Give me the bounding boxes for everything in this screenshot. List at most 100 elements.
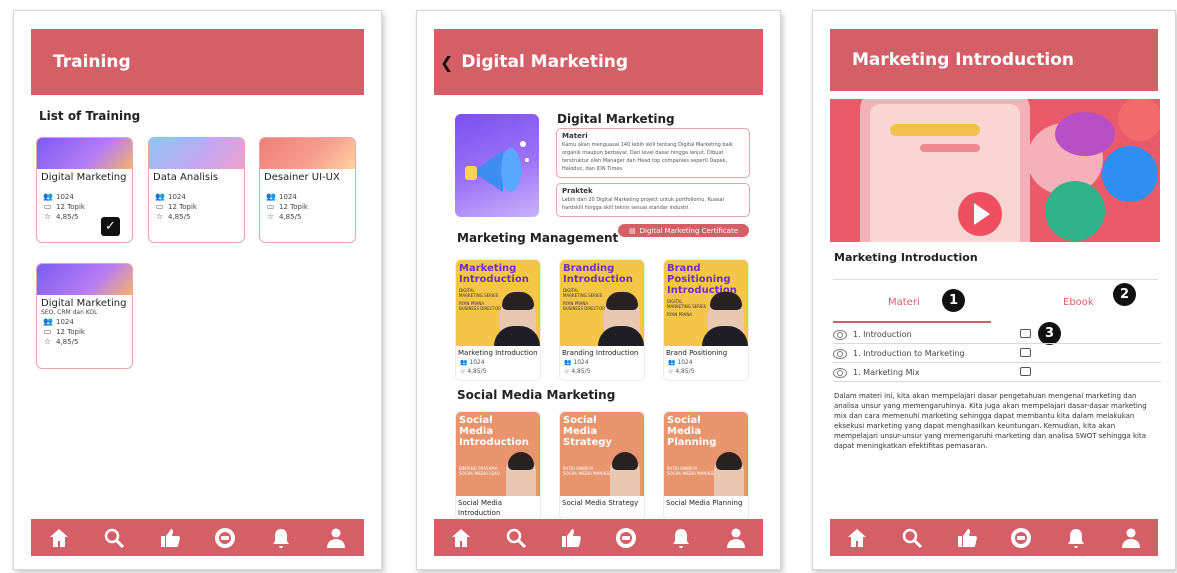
module-card[interactable]: Social Media Strategy PUTRI ANNISYA SOCI… — [559, 411, 645, 521]
certificate-icon: ▤ — [628, 226, 636, 235]
materi-title: Materi — [562, 132, 588, 140]
marker-2: 2 — [1113, 283, 1136, 306]
training-badge-icon[interactable] — [211, 524, 239, 552]
bell-icon[interactable] — [1062, 524, 1090, 552]
header: ❮ Digital Marketing — [434, 29, 763, 95]
cover-title: Brand Positioning Introduction — [667, 263, 737, 296]
lesson-row[interactable]: 1. Marketing Mix — [833, 364, 1161, 382]
participants-count: 1024 — [677, 359, 693, 366]
rating: 4,85/5 — [56, 337, 79, 346]
bell-icon[interactable] — [267, 524, 295, 552]
active-tab-indicator — [833, 321, 991, 323]
module-card[interactable]: Social Media Introduction BINTANG PRASAM… — [455, 411, 541, 521]
participants-count: 1024 — [573, 359, 589, 366]
presenter-photo — [610, 452, 640, 496]
topics-count: 12 Topik — [56, 202, 85, 211]
module-cover: Social Media Planning PUTRI ANNISYA SOCI… — [664, 412, 748, 496]
search-icon[interactable] — [502, 524, 530, 552]
module-card[interactable]: Social Media Planning PUTRI ANNISYA SOCI… — [663, 411, 749, 521]
section-title: Social Media Marketing — [457, 388, 616, 402]
card-image — [37, 138, 132, 169]
card-title: Desainer UI-UX — [264, 172, 340, 183]
lesson-title: 1. Introduction to Marketing — [853, 349, 965, 358]
course-detail-screen: ❮ Digital Marketing Digital Marketing Ma… — [416, 10, 781, 570]
hero-image — [830, 99, 1160, 242]
lesson-row[interactable]: 1. Introduction — [833, 326, 1161, 344]
tab-ebook[interactable]: Ebook — [1063, 297, 1094, 308]
participants-count: 1024 — [279, 192, 297, 201]
rating: 4,85/5 — [571, 368, 591, 375]
star-icon: ☆ — [460, 368, 466, 375]
cover-title: Social Media Strategy — [563, 415, 612, 448]
module-card[interactable]: Marketing Introduction DIGITAL MARKETING… — [455, 259, 541, 381]
module-name: Social Media Introduction — [458, 499, 503, 517]
rating: 4,85/5 — [279, 212, 302, 221]
user-icon[interactable] — [722, 524, 750, 552]
topics-count: 12 Topik — [56, 327, 85, 336]
bell-icon[interactable] — [667, 524, 695, 552]
module-cover: Branding Introduction DIGITAL MARKETING … — [560, 260, 644, 346]
participants-icon: 👥 — [155, 192, 165, 201]
training-badge-icon[interactable] — [1007, 524, 1035, 552]
participants-icon: 👥 — [43, 192, 53, 201]
eye-icon[interactable] — [833, 329, 847, 340]
page-title: Digital Marketing — [461, 52, 629, 72]
card-title: Data Analisis — [153, 172, 219, 183]
training-card[interactable]: Digital Marketing 👥 1024 ▭ 12 Topik ☆ 4,85/… — [36, 137, 133, 243]
module-cover: Social Media Strategy PUTRI ANNISYA SOCI… — [560, 412, 644, 496]
module-name: Branding Introduction — [562, 349, 639, 357]
user-icon[interactable] — [1117, 524, 1145, 552]
cover-title: Social Media Introduction — [459, 415, 529, 448]
card-title: Digital Marketing — [41, 298, 127, 309]
lesson-row[interactable]: 1. Introduction to Marketing — [833, 345, 1161, 363]
card-image — [149, 138, 244, 169]
search-icon[interactable] — [100, 524, 128, 552]
star-icon: ☆ — [266, 212, 275, 221]
back-icon[interactable]: ❮ — [440, 53, 453, 72]
thumbs-up-icon[interactable] — [557, 524, 585, 552]
thumbs-up-icon[interactable] — [156, 524, 184, 552]
home-icon[interactable] — [843, 524, 871, 552]
rating: 4,85/5 — [675, 368, 695, 375]
participants-icon: 👥 — [668, 359, 676, 366]
participants-icon: 👥 — [564, 359, 572, 366]
star-icon: ☆ — [564, 368, 570, 375]
module-card[interactable]: Brand Positioning Introduction DIGITAL M… — [663, 259, 749, 381]
training-card[interactable]: Desainer UI-UX 👥 1024 ▭ 12 Topik ☆ 4,85/5 — [259, 137, 356, 243]
eye-icon[interactable] — [833, 367, 847, 378]
training-badge-icon[interactable] — [612, 524, 640, 552]
lesson-checkbox[interactable] — [1020, 367, 1031, 376]
module-name: Brand Positioning — [666, 349, 728, 357]
cover-tagline: DIGITAL MARKETING SERIES — [667, 299, 707, 309]
star-icon: ☆ — [155, 212, 164, 221]
book-icon: ▭ — [43, 202, 52, 211]
search-icon[interactable] — [898, 524, 926, 552]
user-icon[interactable] — [322, 524, 350, 552]
training-screen: Training List of Training Digital Market… — [13, 10, 382, 570]
tab-materi[interactable]: Materi — [888, 297, 920, 308]
certificate-button[interactable]: ▤ Digital Marketing Certificate — [618, 224, 749, 237]
bottom-nav — [31, 519, 364, 556]
card-image — [37, 264, 132, 295]
page-title: Marketing Introduction — [830, 29, 1158, 91]
divider — [833, 279, 1158, 280]
praktek-title: Praktek — [562, 187, 593, 195]
certificate-label: Digital Marketing Certificate — [639, 226, 739, 235]
cover-title: Social Media Planning — [667, 415, 717, 448]
training-card[interactable]: Data Analisis 👥 1024 ▭ 12 Topik ☆ 4,85/5 — [148, 137, 245, 243]
eye-icon[interactable] — [833, 348, 847, 359]
participants-count: 1024 — [469, 359, 485, 366]
course-title: Digital Marketing — [557, 112, 675, 126]
topics-count: 12 Topik — [279, 202, 308, 211]
home-icon[interactable] — [45, 524, 73, 552]
thumbs-up-icon[interactable] — [953, 524, 981, 552]
lesson-checkbox[interactable] — [1020, 329, 1031, 338]
star-icon: ☆ — [668, 368, 674, 375]
module-card[interactable]: Branding Introduction DIGITAL MARKETING … — [559, 259, 645, 381]
training-card[interactable]: Digital Marketing SEO, CRM dan KOL 👥 1024… — [36, 263, 133, 369]
checked-icon[interactable]: ✓ — [101, 217, 120, 236]
rating: 4,85/5 — [168, 212, 191, 221]
lesson-checkbox[interactable] — [1020, 348, 1031, 357]
home-icon[interactable] — [447, 524, 475, 552]
presenter-photo — [506, 452, 536, 496]
